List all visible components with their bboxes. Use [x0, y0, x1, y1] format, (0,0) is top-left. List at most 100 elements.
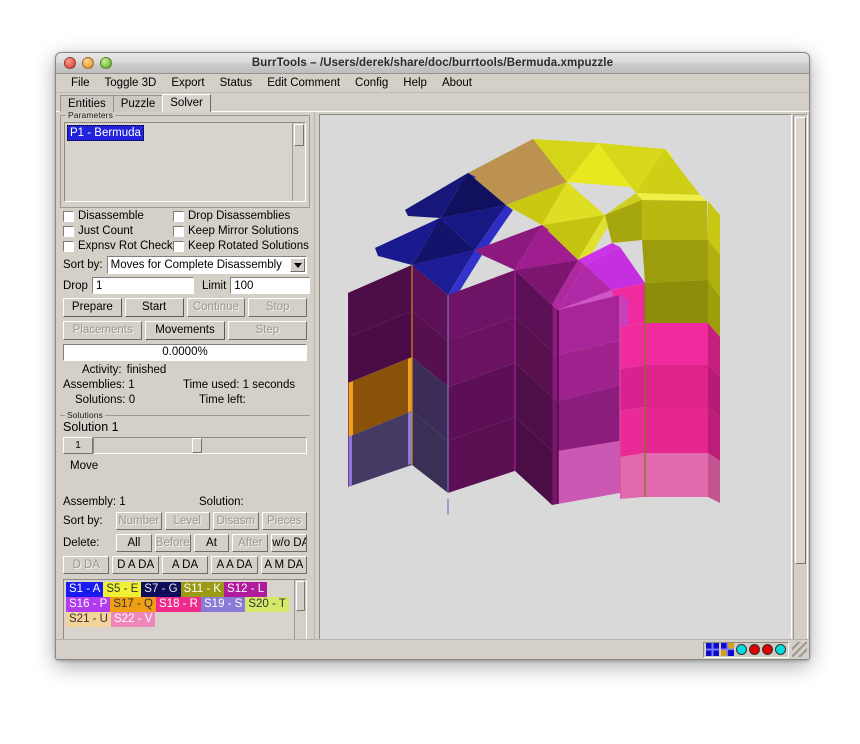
checkbox-just-count-box[interactable]	[63, 225, 74, 237]
piece-label[interactable]: S20 - T	[245, 597, 289, 612]
3d-puzzle-view[interactable]	[319, 114, 792, 657]
solution-slider-knob[interactable]	[191, 438, 202, 453]
solver-panel: Parameters P1 - Bermuda Disassemble Drop…	[56, 110, 314, 659]
problem-list-scrollbar[interactable]	[292, 123, 305, 201]
menu-file[interactable]: File	[64, 75, 97, 91]
delete-all-button[interactable]: All	[116, 534, 152, 552]
sort-number-button[interactable]: Number	[116, 512, 162, 530]
a-da-button[interactable]: A DA	[161, 556, 209, 574]
close-button[interactable]	[64, 57, 76, 69]
d-a-da-button[interactable]: D A DA	[112, 556, 159, 574]
menu-config[interactable]: Config	[348, 75, 395, 91]
checkbox-keep-mirror-solutions[interactable]: Keep Mirror Solutions	[173, 224, 299, 238]
piece-label[interactable]: S7 - G	[141, 582, 181, 597]
parameters-group: Parameters P1 - Bermuda	[60, 110, 310, 208]
piece-label[interactable]: S18 - R	[156, 597, 201, 612]
prepare-button[interactable]: Prepare	[63, 298, 122, 317]
viewport-scroll-thumb[interactable]	[795, 117, 806, 564]
piece-label[interactable]: S16 - P	[66, 597, 111, 612]
piece-label[interactable]: S22 - V	[111, 612, 156, 627]
problem-listbox[interactable]: P1 - Bermuda	[64, 122, 306, 202]
start-button[interactable]: Start	[124, 298, 184, 317]
sort-pieces-button[interactable]: Pieces	[261, 512, 307, 530]
tab-solver[interactable]: Solver	[162, 94, 211, 112]
piece-label[interactable]: S11 - K	[180, 582, 225, 597]
checkbox-keep-rotated-solutions-label: Keep Rotated Solutions	[188, 240, 309, 252]
drop-limit-row: Drop 1 Limit 100	[63, 277, 310, 294]
piece-label[interactable]: S1 - A	[66, 582, 104, 597]
piece-label[interactable]: S12 - L	[224, 582, 268, 597]
menu-status[interactable]: Status	[213, 75, 260, 91]
delete-without-da-button[interactable]: w/o DA	[271, 534, 307, 552]
menu-toggle-3d[interactable]: Toggle 3D	[98, 75, 164, 91]
checkbox-row-1: Disassemble Drop Disassemblies	[63, 209, 310, 223]
problem-list-scroll-thumb[interactable]	[294, 124, 304, 146]
time-left-label: Time left:	[199, 394, 246, 406]
problem-list-item-selected[interactable]: P1 - Bermuda	[67, 125, 144, 141]
tab-puzzle[interactable]: Puzzle	[112, 95, 164, 112]
continue-button[interactable]: Continue	[186, 298, 246, 317]
status-dot-3[interactable]	[762, 644, 773, 655]
sort-level-button[interactable]: Level	[164, 512, 210, 530]
minimize-button[interactable]	[82, 57, 94, 69]
assemblies-label: Assemblies:	[63, 379, 125, 391]
checkbox-drop-disassemblies-box[interactable]	[173, 210, 184, 222]
a-m-da-button[interactable]: A M DA	[260, 556, 308, 574]
checkbox-keep-mirror-solutions-box[interactable]	[173, 225, 184, 237]
title-bar[interactable]: BurrTools – /Users/derek/share/doc/burrt…	[56, 53, 809, 74]
menu-about[interactable]: About	[435, 75, 479, 91]
status-dot-1[interactable]	[736, 644, 747, 655]
resize-grip[interactable]	[792, 642, 807, 657]
checkbox-drop-disassemblies-label: Drop Disassemblies	[188, 210, 291, 222]
menu-edit-comment[interactable]: Edit Comment	[260, 75, 347, 91]
status-dot-4[interactable]	[775, 644, 786, 655]
solver-view-buttons: Placements Movements Step	[63, 321, 307, 340]
piece-label[interactable]: S21 - U	[66, 612, 111, 627]
pieces-list-scroll-thumb[interactable]	[296, 581, 305, 611]
activity-row: Activity: finished	[60, 364, 310, 376]
checkbox-disassemble[interactable]: Disassemble	[63, 209, 173, 223]
checkbox-keep-rotated-solutions-box[interactable]	[173, 240, 184, 252]
assemblies-value: 1	[128, 379, 135, 391]
limit-input[interactable]: 100	[230, 277, 310, 294]
delete-at-button[interactable]: At	[193, 534, 230, 552]
viewport-scrollbar[interactable]	[793, 114, 808, 657]
limit-label: Limit	[201, 279, 227, 292]
placements-button[interactable]: Placements	[63, 321, 143, 340]
a-a-da-button[interactable]: A A DA	[211, 556, 258, 574]
activity-value: finished	[126, 364, 167, 376]
status-dot-2[interactable]	[749, 644, 760, 655]
solution-label: Solution:	[199, 496, 244, 508]
checkbox-expensive-rot-check-box[interactable]	[63, 240, 74, 252]
solution-slider[interactable]: 1	[63, 437, 307, 454]
chevron-down-icon[interactable]	[290, 258, 305, 272]
piece-label[interactable]: S19 - S	[201, 597, 246, 612]
checkbox-disassemble-box[interactable]	[63, 210, 74, 222]
status-bar	[56, 639, 809, 659]
stop-button[interactable]: Stop	[248, 298, 307, 317]
sort-disasm-button[interactable]: Disasm	[213, 512, 259, 530]
checkbox-just-count[interactable]: Just Count	[63, 224, 173, 238]
menu-help[interactable]: Help	[396, 75, 434, 91]
solutions-stat: Solutions: 0	[63, 394, 183, 406]
step-button[interactable]: Step	[227, 321, 307, 340]
sort-by-select[interactable]: Moves for Complete Disassembly	[106, 256, 307, 274]
delete-after-button[interactable]: After	[232, 534, 269, 552]
menu-export[interactable]: Export	[164, 75, 211, 91]
movements-button[interactable]: Movements	[145, 321, 225, 340]
piece-label[interactable]: S17 - Q	[110, 597, 156, 612]
checkbox-row-3: Expnsv Rot Check Keep Rotated Solutions	[63, 239, 310, 253]
grid-view-icon[interactable]	[706, 643, 719, 656]
solutions-group-title: Solutions	[65, 410, 105, 420]
d-da-button[interactable]: D DA	[63, 556, 110, 574]
checkbox-expensive-rot-check[interactable]: Expnsv Rot Check	[63, 239, 173, 253]
checkbox-drop-disassemblies[interactable]: Drop Disassemblies	[173, 209, 290, 223]
checkbox-keep-rotated-solutions[interactable]: Keep Rotated Solutions	[173, 239, 309, 253]
maximize-button[interactable]	[100, 57, 112, 69]
drop-input[interactable]: 1	[91, 277, 194, 294]
piece-label[interactable]: S5 - E	[103, 582, 142, 597]
solution-slider-track[interactable]	[93, 437, 307, 454]
tab-entities[interactable]: Entities	[60, 95, 114, 112]
delete-before-button[interactable]: Before	[154, 534, 191, 552]
grid-color-view-icon[interactable]	[721, 643, 734, 656]
